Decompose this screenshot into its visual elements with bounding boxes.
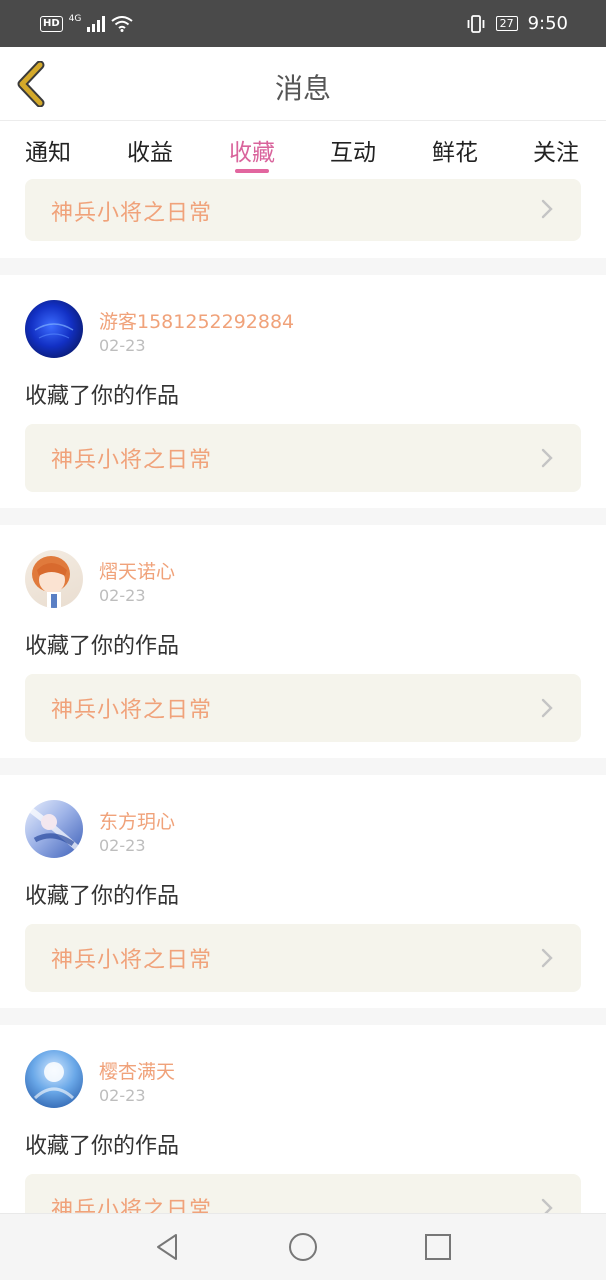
username[interactable]: 游客1581252292884 bbox=[99, 307, 294, 334]
work-card[interactable]: 神兵小将之日常 bbox=[25, 924, 581, 992]
chevron-right-icon bbox=[541, 948, 553, 968]
chevron-right-icon bbox=[541, 199, 553, 219]
tab-flowers[interactable]: 鲜花 bbox=[432, 133, 478, 167]
work-card[interactable]: 神兵小将之日常 bbox=[25, 674, 581, 742]
message-date: 02-23 bbox=[99, 586, 146, 605]
divider bbox=[0, 758, 606, 775]
tab-earnings[interactable]: 收益 bbox=[127, 133, 173, 167]
work-title: 神兵小将之日常 bbox=[51, 698, 213, 723]
divider bbox=[0, 258, 606, 275]
chevron-right-icon bbox=[541, 698, 553, 718]
tab-favorites[interactable]: 收藏 bbox=[229, 133, 275, 167]
username[interactable]: 东方玥心 bbox=[99, 807, 175, 834]
triangle-back-icon[interactable] bbox=[152, 1231, 184, 1263]
message-date: 02-23 bbox=[99, 336, 146, 355]
avatar-art bbox=[33, 1062, 75, 1100]
work-title: 神兵小将之日常 bbox=[51, 201, 213, 226]
work-card[interactable]: 神兵小将之日常 bbox=[25, 424, 581, 492]
system-nav-bar bbox=[0, 1213, 606, 1280]
tab-bar: 通知 收益 收藏 互动 鲜花 关注 bbox=[0, 121, 606, 179]
avatar-art bbox=[32, 556, 70, 608]
divider bbox=[0, 508, 606, 525]
vibrate-icon bbox=[467, 14, 484, 33]
status-right: 27 9:50 bbox=[466, 13, 568, 34]
page-title: 消息 bbox=[274, 72, 331, 105]
status-bar: HD 4G 27 9:50 bbox=[0, 0, 606, 47]
action-text: 收藏了你的作品 bbox=[25, 634, 180, 659]
signal-icon bbox=[87, 15, 106, 32]
tab-interactions[interactable]: 互动 bbox=[330, 133, 376, 167]
circle-home-icon[interactable] bbox=[287, 1231, 319, 1263]
network-label: 4G bbox=[68, 13, 82, 24]
action-text: 收藏了你的作品 bbox=[25, 1134, 180, 1159]
message-list[interactable]: 神兵小将之日常 游客1581252292884 02-23 收藏了你的作品 神兵… bbox=[0, 179, 606, 1213]
avatar[interactable] bbox=[25, 300, 83, 358]
app-header: 消息 bbox=[0, 47, 606, 121]
work-card[interactable]: 神兵小将之日常 bbox=[25, 179, 581, 241]
hd-badge: HD bbox=[40, 15, 63, 32]
clock: 9:50 bbox=[527, 13, 568, 34]
avatar[interactable] bbox=[25, 1050, 83, 1108]
avatar[interactable] bbox=[25, 800, 83, 858]
active-tab-indicator bbox=[235, 169, 269, 173]
battery-indicator: 27 bbox=[495, 16, 518, 31]
avatar-art bbox=[34, 323, 74, 339]
message-date: 02-23 bbox=[99, 1086, 146, 1105]
action-text: 收藏了你的作品 bbox=[25, 884, 180, 909]
work-card[interactable]: 神兵小将之日常 bbox=[25, 1174, 581, 1213]
divider bbox=[0, 1008, 606, 1025]
wifi-icon bbox=[111, 15, 133, 32]
username[interactable]: 樱杏满天 bbox=[99, 1057, 175, 1084]
chevron-right-icon bbox=[541, 448, 553, 468]
message-date: 02-23 bbox=[99, 836, 146, 855]
status-left: HD 4G bbox=[40, 13, 133, 32]
avatar[interactable] bbox=[25, 550, 83, 608]
tab-follows[interactable]: 关注 bbox=[533, 133, 579, 167]
username[interactable]: 熠天诺心 bbox=[99, 557, 175, 584]
action-text: 收藏了你的作品 bbox=[25, 384, 180, 409]
avatar-art bbox=[29, 807, 80, 851]
square-recents-icon[interactable] bbox=[422, 1231, 454, 1263]
work-title: 神兵小将之日常 bbox=[51, 1198, 213, 1213]
work-title: 神兵小将之日常 bbox=[51, 948, 213, 973]
tab-notifications[interactable]: 通知 bbox=[25, 133, 71, 167]
chevron-right-icon bbox=[541, 1198, 553, 1213]
work-title: 神兵小将之日常 bbox=[51, 448, 213, 473]
